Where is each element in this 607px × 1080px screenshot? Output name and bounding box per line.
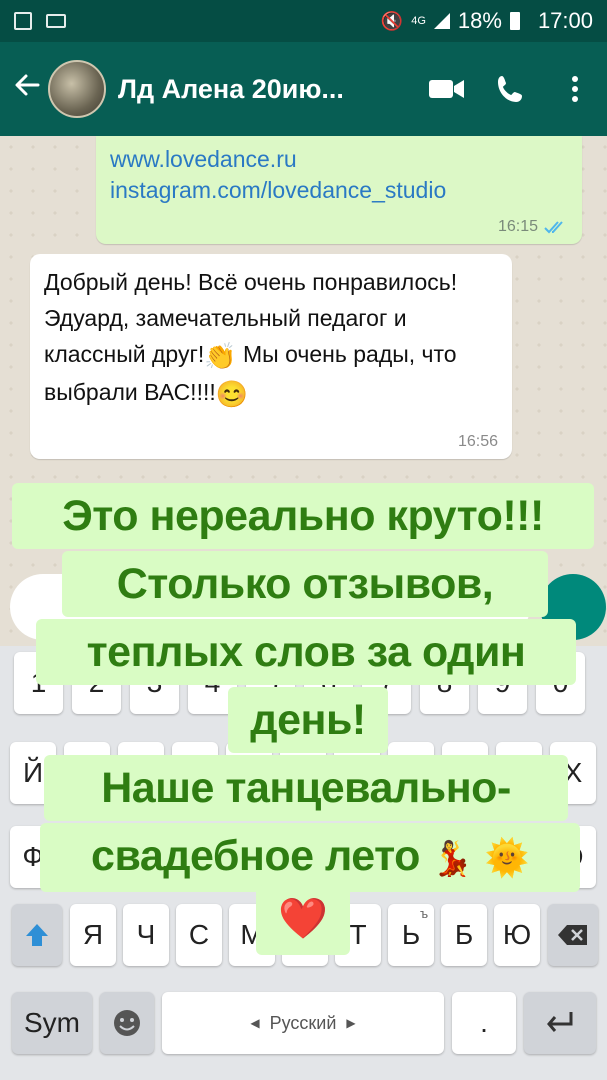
clapping-hands-icon: 👏 — [204, 340, 237, 371]
contact-avatar[interactable] — [48, 60, 106, 118]
message-link[interactable]: instagram.com/lovedance_studio — [110, 175, 568, 206]
phone-icon[interactable] — [479, 73, 543, 105]
overlay-line: Столько отзывов, — [62, 551, 548, 617]
overlay-line: Это нереально круто!!! — [12, 483, 594, 549]
clock: 17:00 — [537, 8, 593, 33]
status-bar: 🔇 4G 18% 17:00 — [0, 0, 607, 42]
sym-key[interactable]: Sym — [12, 992, 92, 1054]
message-time: 16:56 — [457, 433, 498, 450]
key-Б[interactable]: Б — [441, 904, 487, 966]
space-key[interactable]: ◀ Русский ▶ — [162, 992, 444, 1054]
double-check-icon — [544, 221, 563, 234]
signal-icon — [433, 13, 450, 29]
message-link[interactable]: www.lovedance.ru — [110, 144, 568, 175]
more-vert-icon[interactable] — [543, 75, 607, 103]
enter-icon — [547, 1012, 573, 1032]
contact-name[interactable]: Лд Алена 20ию... — [118, 74, 415, 105]
key-hint: ъ — [420, 906, 429, 921]
shift-key[interactable] — [12, 904, 62, 966]
backspace-key[interactable] — [548, 904, 598, 966]
key-Ю[interactable]: Ю — [494, 904, 540, 966]
smiling-face-icon: 😊 — [215, 378, 249, 409]
key-Ч[interactable]: Ч — [123, 904, 169, 966]
heart-sticker: ❤️ — [256, 885, 350, 955]
smiley-icon — [114, 1010, 140, 1036]
sim-icon — [14, 12, 32, 30]
dancer-icon: 💃 — [431, 840, 474, 878]
mail-icon — [46, 14, 66, 28]
key-С[interactable]: С — [176, 904, 222, 966]
overlay-line: теплых слов за один — [36, 619, 576, 685]
message-time: 16:15 — [497, 218, 538, 235]
key-Я[interactable]: Я — [70, 904, 116, 966]
overlay-line: свадебное лето — [91, 832, 420, 880]
battery-icon — [509, 12, 520, 30]
heart-icon: ❤️ — [278, 897, 328, 941]
chat-header: Лд Алена 20ию... — [0, 42, 607, 136]
message-meta: 16:15 — [498, 218, 568, 236]
message-text: Добрый день! Всё очень понравилось! Эдуа… — [44, 264, 504, 412]
enter-key[interactable] — [524, 992, 596, 1054]
network-type: 4G — [411, 15, 426, 27]
outgoing-message[interactable]: www.lovedance.ru instagram.com/lovedance… — [96, 136, 582, 244]
chevron-left-icon: ◀ — [250, 1016, 260, 1030]
mute-icon: 🔇 — [380, 10, 404, 31]
sun-icon: 🌞 — [484, 837, 530, 878]
chevron-right-icon: ▶ — [346, 1016, 356, 1030]
back-arrow-icon[interactable] — [6, 70, 48, 109]
dot-key[interactable]: . — [452, 992, 516, 1054]
video-call-icon[interactable] — [415, 77, 479, 101]
battery-percent: 18% — [457, 8, 502, 33]
backspace-icon — [558, 925, 587, 945]
overlay-line-6: свадебное лето 💃 🌞 — [40, 823, 580, 892]
overlay-line: Наше танцевально- — [44, 755, 568, 821]
overlay-line: день! — [228, 687, 388, 753]
emoji-key[interactable] — [100, 992, 154, 1054]
shift-arrow-icon — [26, 924, 48, 946]
space-label: Русский — [269, 1012, 337, 1033]
incoming-message[interactable]: Добрый день! Всё очень понравилось! Эдуа… — [30, 254, 512, 459]
